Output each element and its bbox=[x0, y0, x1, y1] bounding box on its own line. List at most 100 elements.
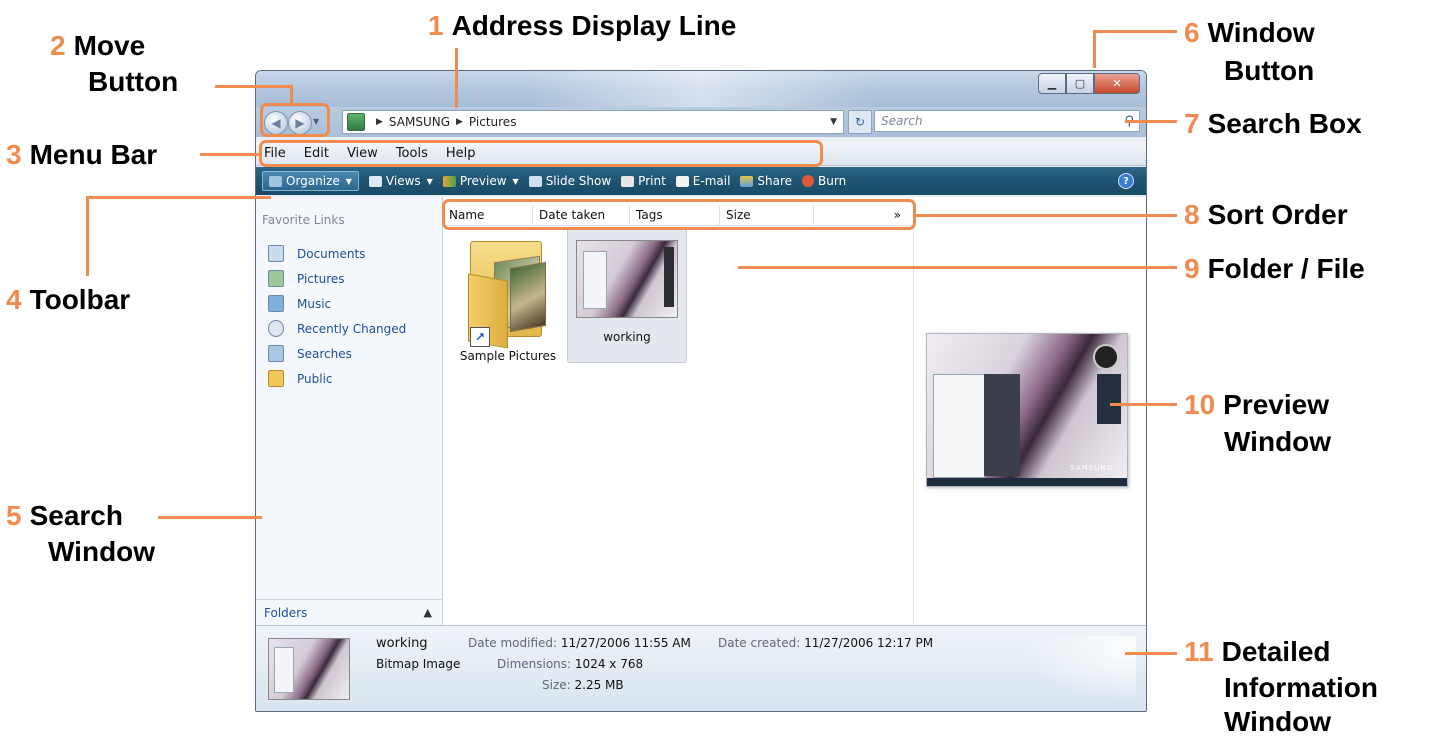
callout-11: 11 Detailed bbox=[1184, 636, 1331, 667]
dropdown-caret-icon: ▼ bbox=[426, 176, 433, 186]
file-item-folder[interactable]: ↗ Sample Pictures bbox=[453, 237, 563, 363]
maximize-button[interactable]: ▢ bbox=[1066, 73, 1094, 94]
address-row: ◀ ▶ ▼ ▶ SAMSUNG ▶ Pictures ▼ ↻ Search ⚲ bbox=[256, 107, 1146, 137]
organize-button[interactable]: Organize ▼ bbox=[262, 171, 359, 191]
toolbar: Organize ▼ Views ▼ Preview ▼ Slide Show … bbox=[256, 167, 1146, 195]
burn-label: Burn bbox=[818, 174, 847, 188]
callout-6: 6 Window bbox=[1184, 17, 1315, 48]
burn-button[interactable]: Burn bbox=[802, 174, 846, 188]
details-thumbnail bbox=[268, 638, 350, 700]
slideshow-icon bbox=[528, 175, 542, 187]
maximize-icon: ▢ bbox=[1074, 77, 1086, 90]
burn-icon bbox=[802, 175, 815, 187]
callout-11-line2: Information bbox=[1224, 672, 1378, 703]
close-icon: ✕ bbox=[1112, 77, 1122, 90]
folders-label: Folders bbox=[264, 605, 308, 620]
preview-icon bbox=[442, 175, 456, 187]
share-button[interactable]: Share bbox=[740, 174, 792, 188]
organize-icon bbox=[269, 175, 282, 187]
callout-10: 10 Preview bbox=[1184, 389, 1330, 420]
sort-order-highlight bbox=[442, 199, 916, 230]
preview-image: SAMSUNG bbox=[926, 333, 1128, 487]
breadcrumb-root[interactable]: SAMSUNG bbox=[389, 115, 450, 129]
help-button[interactable]: ? bbox=[1118, 173, 1134, 189]
views-label: Views bbox=[385, 174, 421, 188]
help-icon: ? bbox=[1123, 175, 1129, 187]
search-placeholder: Search bbox=[881, 114, 923, 128]
details-dimensions: Dimensions: 1024 x 768 bbox=[497, 657, 644, 671]
callout-9: 9 Folder / File bbox=[1184, 253, 1365, 284]
sidebar-item-pictures[interactable]: Pictures bbox=[268, 266, 406, 291]
address-dropdown-icon[interactable]: ▼ bbox=[830, 117, 837, 127]
chevron-up-icon[interactable]: ▲ bbox=[424, 606, 432, 619]
preview-button[interactable]: Preview ▼ bbox=[442, 174, 519, 188]
email-label: E-mail bbox=[692, 174, 731, 188]
callout-5: 5 Search bbox=[6, 500, 123, 531]
folders-toggle[interactable]: Folders ▲ bbox=[256, 599, 442, 625]
shortcut-arrow-icon: ↗ bbox=[470, 327, 490, 347]
details-pane: working Bitmap Image Date modified: 11/2… bbox=[256, 625, 1146, 711]
search-input[interactable]: Search ⚲ bbox=[874, 110, 1140, 132]
dropdown-caret-icon: ▼ bbox=[345, 176, 352, 186]
folder-icon: ↗ bbox=[464, 237, 552, 349]
callout-2-line2: Button bbox=[88, 66, 179, 97]
print-icon bbox=[621, 175, 635, 187]
chevron-right-icon[interactable]: ▶ bbox=[456, 117, 463, 127]
sidebar-item-music[interactable]: Music bbox=[268, 291, 406, 316]
dropdown-caret-icon: ▼ bbox=[512, 176, 519, 186]
callout-10-line2: Window bbox=[1224, 426, 1332, 457]
move-button-highlight bbox=[260, 103, 330, 137]
minimize-icon: ▁ bbox=[1047, 77, 1057, 90]
searches-icon bbox=[268, 345, 284, 362]
sidebar-item-searches[interactable]: Searches bbox=[268, 341, 406, 366]
folder-location-icon bbox=[347, 113, 365, 131]
email-button[interactable]: E-mail bbox=[675, 174, 731, 188]
window-buttons: ▁ ▢ ✕ bbox=[1038, 73, 1140, 94]
callout-3: 3 Menu Bar bbox=[6, 139, 158, 170]
details-date-modified: Date modified: 11/27/2006 11:55 AM bbox=[468, 636, 691, 650]
sidebar-item-public[interactable]: Public bbox=[268, 366, 406, 391]
callout-1: 1 Address Display Line bbox=[428, 10, 737, 41]
slideshow-button[interactable]: Slide Show bbox=[528, 174, 612, 188]
sidebar-item-label: Pictures bbox=[297, 271, 345, 286]
music-icon bbox=[268, 295, 284, 312]
menu-bar-highlight bbox=[259, 140, 823, 167]
file-name: working bbox=[603, 330, 651, 344]
sidebar-item-label: Documents bbox=[297, 246, 366, 261]
organize-label: Organize bbox=[286, 174, 340, 188]
chevron-right-icon[interactable]: ▶ bbox=[376, 117, 383, 127]
address-bar[interactable]: ▶ SAMSUNG ▶ Pictures ▼ bbox=[342, 110, 844, 134]
file-item-image[interactable]: working bbox=[567, 227, 687, 363]
refresh-icon: ↻ bbox=[854, 115, 866, 129]
email-icon bbox=[675, 175, 689, 187]
public-folder-icon bbox=[268, 370, 284, 387]
callout-8: 8 Sort Order bbox=[1184, 199, 1348, 230]
breadcrumb-folder[interactable]: Pictures bbox=[469, 115, 517, 129]
preview-brand-logo: SAMSUNG bbox=[1070, 464, 1113, 472]
recently-changed-icon bbox=[268, 320, 284, 337]
minimize-button[interactable]: ▁ bbox=[1038, 73, 1066, 94]
refresh-button[interactable]: ↻ bbox=[848, 110, 872, 134]
share-label: Share bbox=[757, 174, 793, 188]
sidebar-item-recently-changed[interactable]: Recently Changed bbox=[268, 316, 406, 341]
views-button[interactable]: Views ▼ bbox=[368, 174, 433, 188]
clock-gadget-icon bbox=[1093, 344, 1119, 370]
sidebar-item-label: Recently Changed bbox=[297, 321, 407, 336]
print-button[interactable]: Print bbox=[621, 174, 666, 188]
close-button[interactable]: ✕ bbox=[1094, 73, 1140, 94]
share-icon bbox=[740, 175, 754, 187]
callout-11-line3: Window bbox=[1224, 706, 1332, 737]
details-size: Size: 2.25 MB bbox=[542, 678, 624, 692]
slideshow-label: Slide Show bbox=[545, 174, 612, 188]
callout-5-line2: Window bbox=[48, 536, 156, 567]
callout-7: 7 Search Box bbox=[1184, 108, 1362, 139]
preview-pane: SAMSUNG bbox=[913, 197, 1146, 625]
file-name: Sample Pictures bbox=[459, 349, 557, 363]
sidebar-item-documents[interactable]: Documents bbox=[268, 241, 406, 266]
image-thumbnail bbox=[576, 240, 678, 318]
pictures-icon bbox=[268, 270, 284, 287]
print-label: Print bbox=[638, 174, 666, 188]
sidebar-item-label: Searches bbox=[297, 346, 352, 361]
details-date-created: Date created: 11/27/2006 12:17 PM bbox=[718, 636, 934, 650]
sidebar-item-label: Public bbox=[297, 371, 333, 386]
